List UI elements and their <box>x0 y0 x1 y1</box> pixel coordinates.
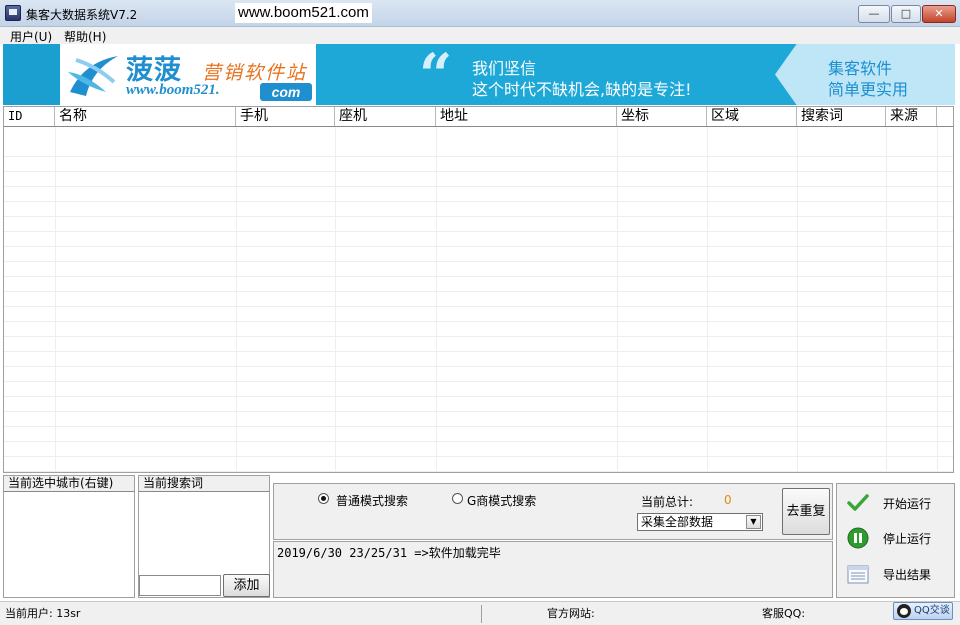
logo-com-badge: com <box>260 83 312 101</box>
stop-label: 停止运行 <box>883 532 932 546</box>
table-row <box>4 292 953 307</box>
pause-icon <box>847 527 869 549</box>
column-header-coords[interactable]: 坐标 <box>617 107 707 126</box>
table-row <box>4 397 953 412</box>
table-row <box>4 157 953 172</box>
table-row <box>4 367 953 382</box>
table-row <box>4 337 953 352</box>
city-list-panel[interactable]: 当前选中城市(右键) <box>3 475 135 598</box>
table-row <box>4 172 953 187</box>
table-row <box>4 187 953 202</box>
normal-mode-label[interactable]: 普通模式搜索 <box>336 492 408 509</box>
gshop-mode-label[interactable]: G商模式搜索 <box>467 492 536 509</box>
table-row <box>4 472 954 473</box>
slogan-line2: 这个时代不缺机会,缺的是专注! <box>472 80 692 99</box>
stop-button[interactable]: 停止运行 <box>847 524 947 550</box>
table-row <box>4 352 953 367</box>
collect-mode-select[interactable]: 采集全部数据 ▼ <box>637 513 763 531</box>
export-button[interactable]: 导出结果 <box>847 560 947 586</box>
app-icon[interactable] <box>5 5 21 21</box>
current-user-status: 当前用户: 13sr <box>5 607 81 620</box>
export-label: 导出结果 <box>883 568 932 582</box>
total-label: 当前总计: <box>641 495 694 509</box>
grid-column-line <box>617 127 618 472</box>
table-row <box>4 247 953 262</box>
start-button[interactable]: 开始运行 <box>847 489 947 515</box>
column-header-source[interactable]: 来源 <box>886 107 937 126</box>
start-label: 开始运行 <box>883 497 932 511</box>
table-row <box>4 277 953 292</box>
table-row <box>4 322 953 337</box>
grid-column-line <box>335 127 336 472</box>
logo-swoosh-icon <box>68 56 118 96</box>
dedup-button[interactable]: 去重复 <box>782 488 830 535</box>
website-status: 官方网站: <box>547 607 595 620</box>
menu-user[interactable]: 用户(U) <box>10 28 52 45</box>
table-row <box>4 232 953 247</box>
table-row <box>4 412 953 427</box>
results-table[interactable]: ID 名称 手机 座机 地址 坐标 区域 搜索词 来源 <box>3 106 954 473</box>
table-row <box>4 262 953 277</box>
qq-chat-label: QQ交谈 <box>914 605 950 616</box>
logo-subtitle: 营销软件站 <box>202 62 308 84</box>
grid-column-line <box>436 127 437 472</box>
table-header: ID 名称 手机 座机 地址 坐标 区域 搜索词 来源 <box>4 107 953 127</box>
keyword-list-header: 当前搜索词 <box>139 476 269 492</box>
close-button[interactable]: ✕ <box>922 5 956 23</box>
table-row <box>4 217 953 232</box>
tag-line2: 简单更实用 <box>828 80 909 99</box>
dropdown-arrow-icon[interactable]: ▼ <box>746 515 761 529</box>
table-row <box>4 202 953 217</box>
log-line: 2019/6/30 23/25/31 =>软件加载完毕 <box>277 546 501 560</box>
logo: 菠菠 营销软件站 www.boom521. com <box>60 44 316 105</box>
qq-penguin-icon <box>897 604 911 618</box>
collect-mode-value: 采集全部数据 <box>641 515 714 529</box>
table-row <box>4 142 953 157</box>
city-list-header: 当前选中城市(右键) <box>4 476 134 492</box>
window-title: 集客大数据系统V7.2 <box>26 8 138 22</box>
title-bar: 集客大数据系统V7.2 www.boom521.com — □ ✕ <box>0 0 960 27</box>
banner-left-strip <box>3 44 60 105</box>
menu-bar: 用户(U) 帮助(H) <box>0 27 960 44</box>
grid-column-line <box>236 127 237 472</box>
keyword-input[interactable] <box>139 575 221 596</box>
table-row <box>4 442 953 457</box>
add-keyword-button[interactable]: 添加 <box>223 574 270 597</box>
table-row <box>4 427 953 442</box>
qq-chat-button[interactable]: QQ交谈 <box>893 602 953 620</box>
total-count: 0 <box>724 493 732 507</box>
grid-column-line <box>797 127 798 472</box>
table-row <box>4 457 953 472</box>
grid-column-line <box>937 127 938 472</box>
table-row <box>4 382 953 397</box>
list-icon <box>847 565 869 584</box>
column-header-region[interactable]: 区域 <box>707 107 797 126</box>
maximize-button[interactable]: □ <box>891 5 921 23</box>
grid-column-line <box>886 127 887 472</box>
gshop-mode-radio[interactable] <box>452 493 463 504</box>
logo-url: www.boom521. <box>126 82 220 98</box>
column-header-keyword[interactable]: 搜索词 <box>797 107 886 126</box>
checkmark-icon <box>847 494 869 511</box>
menu-help[interactable]: 帮助(H) <box>64 28 106 45</box>
column-header-id[interactable]: ID <box>4 107 55 126</box>
status-divider <box>481 605 482 623</box>
title-url-overlay: www.boom521.com <box>235 3 372 23</box>
grid-column-line <box>707 127 708 472</box>
column-header-name[interactable]: 名称 <box>55 107 236 126</box>
column-header-phone[interactable]: 座机 <box>335 107 436 126</box>
ad-banner[interactable]: 菠菠 营销软件站 www.boom521. com “ 我们坚信 这个时代不缺机… <box>3 44 955 105</box>
status-bar: 当前用户: 13sr 官方网站: 客服QQ: <box>0 601 960 625</box>
table-row <box>4 307 953 322</box>
qq-status: 客服QQ: <box>762 607 806 620</box>
log-output: 2019/6/30 23/25/31 =>软件加载完毕 <box>273 541 833 598</box>
minimize-button[interactable]: — <box>858 5 890 23</box>
column-header-mobile[interactable]: 手机 <box>236 107 335 126</box>
normal-mode-radio[interactable] <box>318 493 329 504</box>
grid-column-line <box>55 127 56 472</box>
column-header-address[interactable]: 地址 <box>436 107 617 126</box>
quote-icon: “ <box>419 44 453 105</box>
